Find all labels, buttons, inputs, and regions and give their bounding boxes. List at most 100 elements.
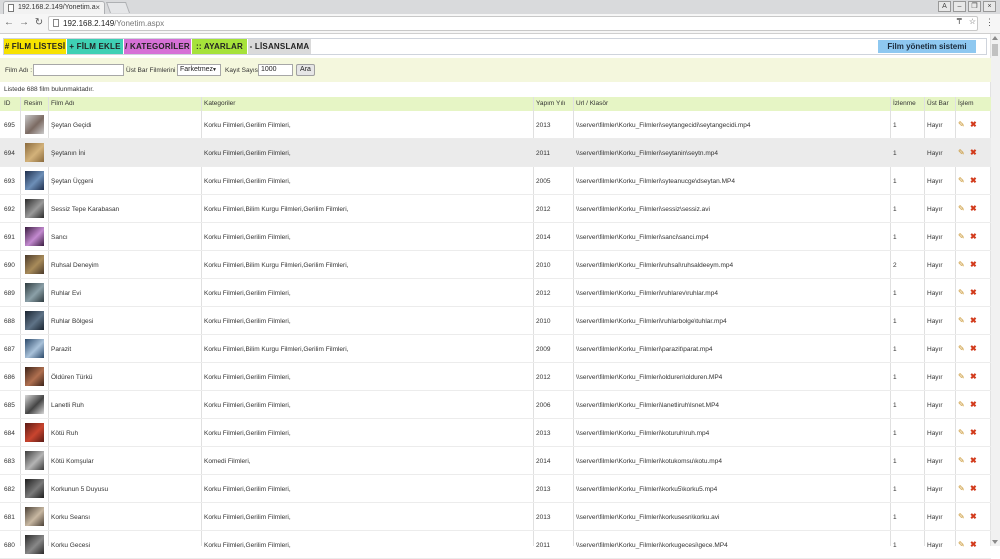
new-tab-button[interactable] xyxy=(105,2,131,13)
page-scrollbar[interactable] xyxy=(990,34,1000,546)
delete-cross-icon[interactable]: ✖ xyxy=(970,205,977,213)
delete-cross-icon[interactable]: ✖ xyxy=(970,429,977,437)
delete-cross-icon[interactable]: ✖ xyxy=(970,289,977,297)
film-name-input[interactable] xyxy=(33,64,124,76)
edit-pencil-icon[interactable]: ✎ xyxy=(958,429,965,437)
edit-pencil-icon[interactable]: ✎ xyxy=(958,345,965,353)
delete-cross-icon[interactable]: ✖ xyxy=(970,345,977,353)
table-row[interactable]: 687 Parazit Korku Filmleri,Bilim Kurgu Fil… xyxy=(0,335,991,363)
menu-film-list[interactable]: # FİLM LİSTESİ xyxy=(4,39,66,54)
header-categories[interactable]: Kategoriler xyxy=(204,100,235,107)
film-poster-thumbnail[interactable] xyxy=(25,339,44,358)
film-poster-thumbnail[interactable] xyxy=(25,115,44,134)
search-button[interactable]: Ara xyxy=(296,64,315,76)
header-year[interactable]: Yapım Yılı xyxy=(536,100,565,107)
edit-pencil-icon[interactable]: ✎ xyxy=(958,233,965,241)
forward-icon[interactable]: → xyxy=(18,17,30,29)
menu-categories[interactable]: / KATEGORİLER xyxy=(124,39,191,54)
header-url[interactable]: Url / Klasör xyxy=(576,100,608,107)
minimize-icon[interactable]: – xyxy=(953,1,966,12)
menu-licensing[interactable]: - LİSANSLAMA xyxy=(248,39,311,54)
translate-icon[interactable]: ₸ xyxy=(957,17,962,26)
table-row[interactable]: 685 Lanetli Ruh Korku Filmleri,Gerilim Fil… xyxy=(0,391,991,419)
film-poster-thumbnail[interactable] xyxy=(25,367,44,386)
table-row[interactable]: 681 Korku Seansı Korku Filmleri,Gerilim Fi… xyxy=(0,503,991,531)
table-row[interactable]: 695 Şeytan Geçidi Korku Filmleri,Gerilim F… xyxy=(0,111,991,139)
scroll-up-icon[interactable] xyxy=(992,36,998,40)
table-row[interactable]: 683 Kötü Komşular Komedi Filmleri, 2014 \\se… xyxy=(0,447,991,475)
table-row[interactable]: 691 Sancı Korku Filmleri,Gerilim Filmleri,… xyxy=(0,223,991,251)
table-row[interactable]: 686 Öldüren Türkü Korku Filmleri,Gerilim F… xyxy=(0,363,991,391)
delete-cross-icon[interactable]: ✖ xyxy=(970,261,977,269)
bookmark-star-icon[interactable]: ☆ xyxy=(969,17,976,26)
film-poster-thumbnail[interactable] xyxy=(25,423,44,442)
film-poster-thumbnail[interactable] xyxy=(25,227,44,246)
table-row[interactable]: 694 Şeytanın İni Korku Filmleri,Gerilim Fi… xyxy=(0,139,991,167)
film-poster-thumbnail[interactable] xyxy=(25,311,44,330)
table-row[interactable]: 688 Ruhlar Bölgesi Korku Filmleri,Gerilim … xyxy=(0,307,991,335)
edit-pencil-icon[interactable]: ✎ xyxy=(958,121,965,129)
edit-pencil-icon[interactable]: ✎ xyxy=(958,289,965,297)
header-top-bar[interactable]: Üst Bar xyxy=(927,100,949,107)
film-poster-thumbnail[interactable] xyxy=(25,507,44,526)
film-poster-thumbnail[interactable] xyxy=(25,479,44,498)
delete-cross-icon[interactable]: ✖ xyxy=(970,457,977,465)
delete-cross-icon[interactable]: ✖ xyxy=(970,121,977,129)
restore-icon[interactable]: ❐ xyxy=(968,1,981,12)
table-row[interactable]: 690 Ruhsal Deneyim Korku Filmleri,Bilim Ku… xyxy=(0,251,991,279)
close-tab-icon[interactable]: × xyxy=(95,2,100,14)
film-poster-thumbnail[interactable] xyxy=(25,283,44,302)
edit-pencil-icon[interactable]: ✎ xyxy=(958,317,965,325)
delete-cross-icon[interactable]: ✖ xyxy=(970,177,977,185)
header-image[interactable]: Resim xyxy=(24,100,42,107)
menu-add-film[interactable]: + FİLM EKLE xyxy=(67,39,123,54)
edit-pencil-icon[interactable]: ✎ xyxy=(958,177,965,185)
delete-cross-icon[interactable]: ✖ xyxy=(970,401,977,409)
row-views: 1 xyxy=(893,122,897,129)
reload-icon[interactable]: ↻ xyxy=(33,17,45,29)
menu-settings[interactable]: :: AYARLAR xyxy=(192,39,247,54)
table-row[interactable]: 692 Sessiz Tepe Karabasan Korku Filmleri,B… xyxy=(0,195,991,223)
delete-cross-icon[interactable]: ✖ xyxy=(970,373,977,381)
top-bar-select[interactable]: Farketmez ▼ xyxy=(177,64,221,76)
url-input[interactable]: 192.168.2.149/Yonetim.aspx xyxy=(48,16,978,31)
record-count-input[interactable]: 1000 xyxy=(258,64,293,76)
user-icon[interactable]: A xyxy=(938,1,951,12)
header-id[interactable]: ID xyxy=(4,100,11,107)
edit-pencil-icon[interactable]: ✎ xyxy=(958,149,965,157)
browser-menu-icon[interactable]: ⋮ xyxy=(985,17,994,28)
delete-cross-icon[interactable]: ✖ xyxy=(970,513,977,521)
scroll-down-icon[interactable] xyxy=(992,540,998,544)
table-row[interactable]: 684 Kötü Ruh Korku Filmleri,Gerilim Filmle… xyxy=(0,419,991,447)
film-poster-thumbnail[interactable] xyxy=(25,451,44,470)
edit-pencil-icon[interactable]: ✎ xyxy=(958,513,965,521)
header-name[interactable]: Film Adı xyxy=(51,100,74,107)
edit-pencil-icon[interactable]: ✎ xyxy=(958,205,965,213)
film-poster-thumbnail[interactable] xyxy=(25,199,44,218)
scrollbar-thumb[interactable] xyxy=(992,44,998,56)
edit-pencil-icon[interactable]: ✎ xyxy=(958,457,965,465)
edit-pencil-icon[interactable]: ✎ xyxy=(958,541,965,549)
delete-cross-icon[interactable]: ✖ xyxy=(970,541,977,549)
delete-cross-icon[interactable]: ✖ xyxy=(970,485,977,493)
table-row[interactable]: 689 Ruhlar Evi Korku Filmleri,Gerilim Film… xyxy=(0,279,991,307)
delete-cross-icon[interactable]: ✖ xyxy=(970,317,977,325)
header-views[interactable]: İzlenme xyxy=(893,100,916,107)
delete-cross-icon[interactable]: ✖ xyxy=(970,149,977,157)
film-poster-thumbnail[interactable] xyxy=(25,171,44,190)
close-window-icon[interactable]: × xyxy=(983,1,996,12)
table-row[interactable]: 680 Korku Gecesi Korku Filmleri,Gerilim Fi… xyxy=(0,531,991,559)
browser-tab[interactable]: 192.168.2.149/Yonetim.a × xyxy=(3,1,105,14)
film-poster-thumbnail[interactable] xyxy=(25,255,44,274)
edit-pencil-icon[interactable]: ✎ xyxy=(958,485,965,493)
edit-pencil-icon[interactable]: ✎ xyxy=(958,401,965,409)
table-row[interactable]: 682 Korkunun 5 Duyusu Korku Filmleri,Geril… xyxy=(0,475,991,503)
edit-pencil-icon[interactable]: ✎ xyxy=(958,373,965,381)
table-row[interactable]: 693 Şeytan Üçgeni Korku Filmleri,Gerilim F… xyxy=(0,167,991,195)
film-poster-thumbnail[interactable] xyxy=(25,395,44,414)
edit-pencil-icon[interactable]: ✎ xyxy=(958,261,965,269)
delete-cross-icon[interactable]: ✖ xyxy=(970,233,977,241)
back-icon[interactable]: ← xyxy=(3,17,15,29)
film-poster-thumbnail[interactable] xyxy=(25,535,44,554)
film-poster-thumbnail[interactable] xyxy=(25,143,44,162)
